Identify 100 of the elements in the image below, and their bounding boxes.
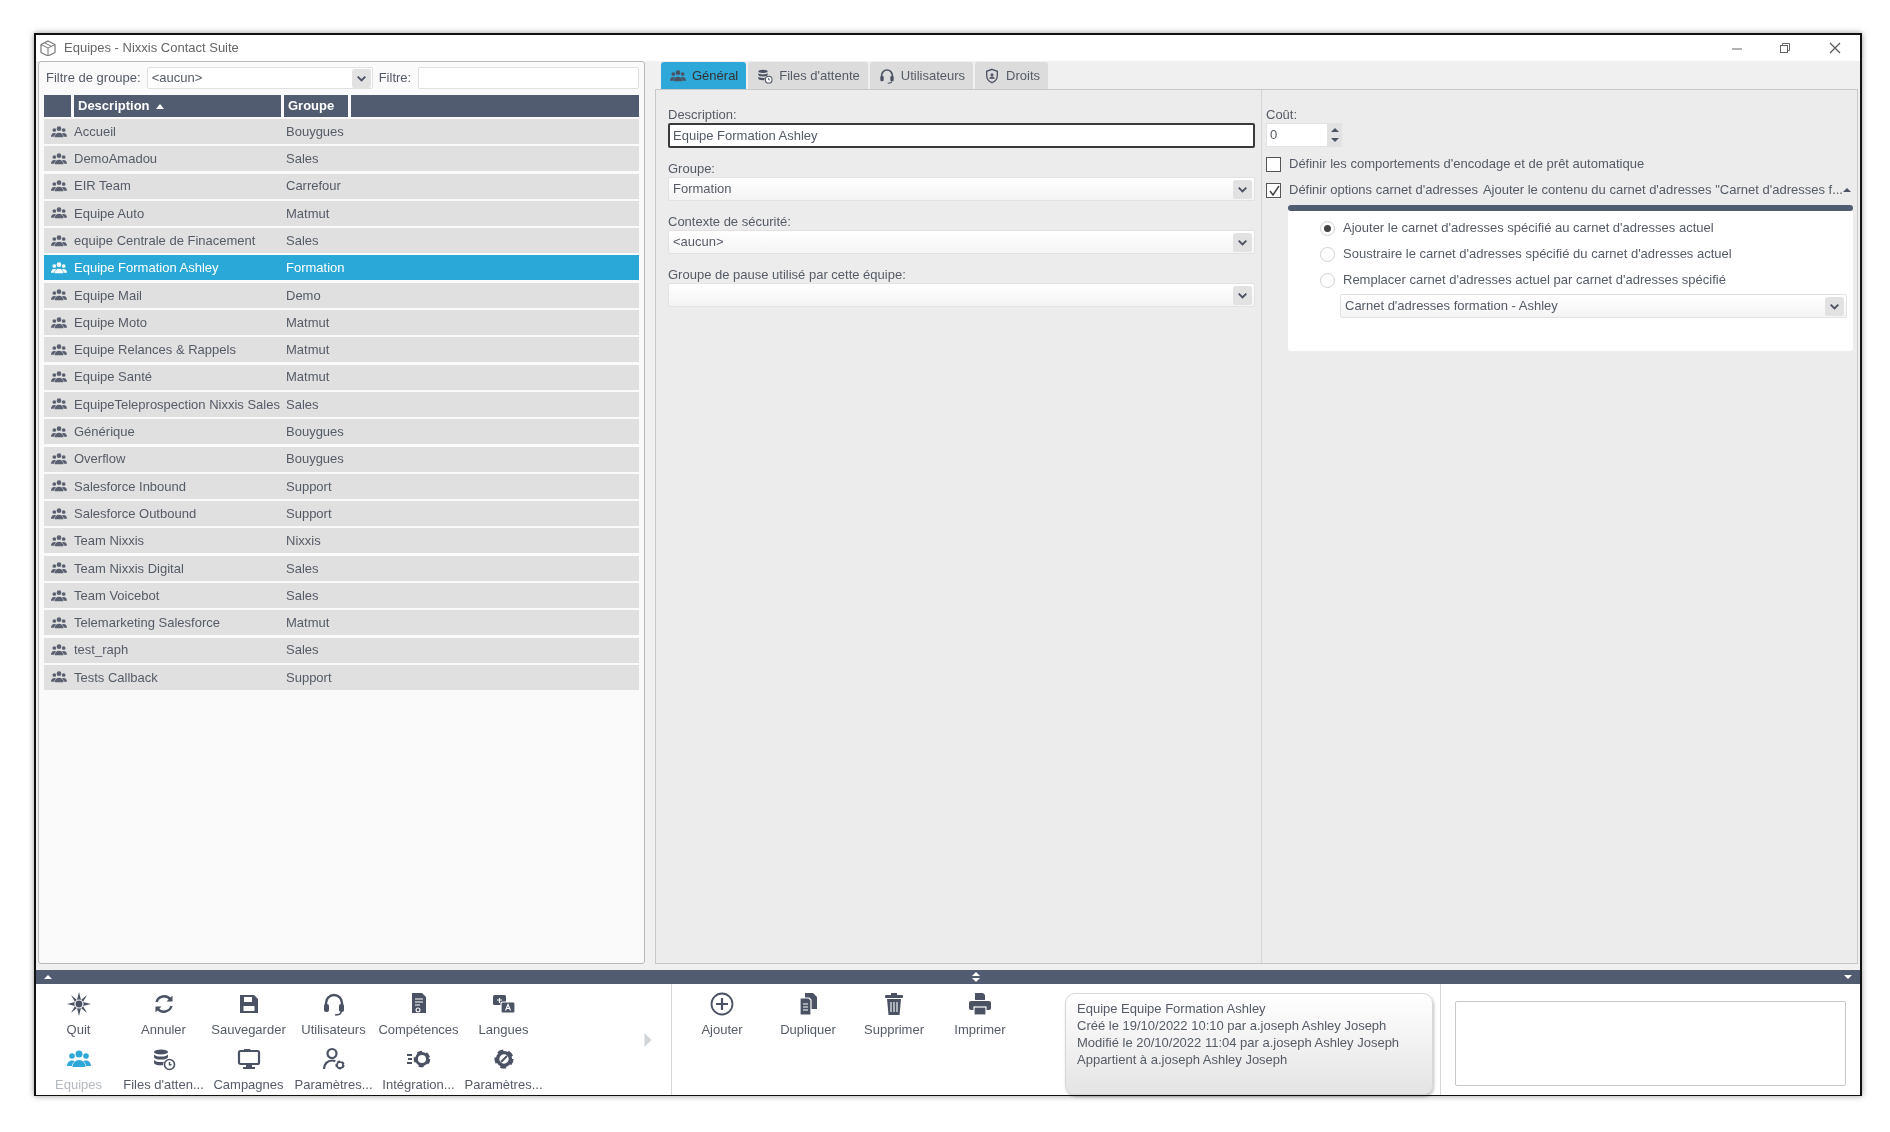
radio-button[interactable] bbox=[1320, 272, 1335, 288]
table-row[interactable]: Telemarketing Salesforce Matmut bbox=[44, 610, 639, 636]
add-icon bbox=[710, 992, 734, 1016]
table-cell-text: Matmut bbox=[286, 204, 330, 223]
toolbar-button[interactable]: Langues bbox=[461, 992, 546, 1037]
table-row[interactable]: Equipe Santé Matmut bbox=[44, 364, 639, 390]
close-icon[interactable] bbox=[1828, 41, 1842, 55]
toolbar-button[interactable]: Intégration... bbox=[376, 1047, 461, 1092]
table-row[interactable]: EquipeTeleprospection Nixxis Sales Sales bbox=[44, 391, 639, 417]
table-row[interactable]: Equipe Relances & Rappels Matmut bbox=[44, 337, 639, 363]
toolbar-button[interactable]: Paramètres... bbox=[291, 1047, 376, 1092]
description-input[interactable]: Equipe Formation Ashley bbox=[668, 123, 1255, 148]
table-cell-text: Equipe Formation Ashley bbox=[74, 259, 220, 278]
cost-input[interactable]: 0 bbox=[1266, 123, 1328, 147]
group-filter-dropdown[interactable]: <aucun> bbox=[146, 67, 373, 89]
collapse-up-icon[interactable] bbox=[44, 974, 52, 980]
table-row[interactable]: Salesforce Inbound Support bbox=[44, 473, 639, 499]
table-row[interactable]: DemoAmadou Sales bbox=[44, 146, 639, 172]
table-row[interactable]: Salesforce Outbound Support bbox=[44, 501, 639, 527]
column-header bbox=[44, 95, 71, 117]
table-row[interactable]: Team Voicebot Sales bbox=[44, 583, 639, 609]
table-row[interactable]: Accueil Bouygues bbox=[44, 119, 639, 144]
toolbar-button[interactable]: Annuler bbox=[121, 992, 206, 1037]
radio-label: Ajouter le carnet d'adresses spécifié au carnet d'adresses actuel bbox=[1343, 219, 1714, 238]
resize-handle-icon[interactable] bbox=[972, 972, 980, 982]
field-label: Coût: bbox=[1266, 107, 1299, 122]
table-cell-text: Support bbox=[286, 477, 332, 496]
column-header[interactable]: Description bbox=[74, 95, 281, 117]
tab[interactable]: Utilisateurs bbox=[869, 62, 974, 89]
table-cell-text: Equipe Moto bbox=[74, 313, 148, 332]
dropdown[interactable]: Carnet d'adresses formation - Ashley bbox=[1340, 294, 1847, 318]
checkmark-icon bbox=[1267, 184, 1280, 196]
chevron-down-icon[interactable] bbox=[1233, 232, 1252, 252]
dropdown-value: <aucun> bbox=[151, 69, 203, 88]
filter-input[interactable] bbox=[418, 67, 639, 89]
toolbar-button[interactable]: Sauvegarder bbox=[206, 992, 291, 1037]
toolbar-button[interactable]: Ajouter bbox=[679, 992, 765, 1037]
table-cell-text: EIR Team bbox=[74, 177, 132, 196]
collapse-caret-icon[interactable] bbox=[1843, 187, 1851, 193]
radio-label: Remplacer carnet d'adresses actuel par carnet d'adresses spécifié bbox=[1343, 271, 1726, 290]
table-row[interactable]: EIR Team Carrefour bbox=[44, 173, 639, 199]
toolbar-button[interactable]: Supprimer bbox=[851, 992, 937, 1037]
tab[interactable]: Droits bbox=[975, 62, 1049, 89]
column-header[interactable]: Groupe bbox=[284, 95, 348, 117]
database-clock-icon bbox=[151, 1047, 176, 1071]
toolbar-button[interactable]: Imprimer bbox=[937, 992, 1023, 1037]
table-cell-text: Equipe Santé bbox=[74, 368, 154, 387]
toolbar-button[interactable]: Compétences bbox=[376, 992, 461, 1037]
tab[interactable]: Général bbox=[661, 62, 747, 89]
collapse-down-icon[interactable] bbox=[1844, 974, 1852, 980]
table-row[interactable]: Team Nixxis Digital Sales bbox=[44, 555, 639, 581]
table-row[interactable]: Overflow Bouygues bbox=[44, 446, 639, 472]
table-cell-text: test_raph bbox=[74, 641, 130, 660]
dropdown[interactable]: <aucun> bbox=[668, 230, 1255, 254]
checkbox[interactable] bbox=[1266, 182, 1281, 198]
table-cell-text: Matmut bbox=[286, 368, 330, 387]
people-icon bbox=[49, 587, 69, 604]
table-row[interactable]: Générique Bouygues bbox=[44, 419, 639, 445]
table-row[interactable]: Equipe Moto Matmut bbox=[44, 310, 639, 336]
restore-icon[interactable] bbox=[1778, 41, 1792, 55]
dropdown-value: <aucun> bbox=[673, 233, 724, 252]
toolbar-button[interactable]: Quit bbox=[36, 992, 121, 1037]
people-icon bbox=[49, 260, 69, 276]
chevron-down-icon[interactable] bbox=[1233, 285, 1252, 305]
checkbox[interactable] bbox=[1266, 156, 1281, 172]
toolbar-button[interactable]: Campagnes bbox=[206, 1047, 291, 1092]
table-row[interactable]: Team Nixxis Nixxis bbox=[44, 528, 639, 554]
radio-button[interactable] bbox=[1320, 220, 1335, 236]
people-icon bbox=[49, 150, 69, 167]
toolbar-button[interactable]: Utilisateurs bbox=[291, 992, 376, 1037]
table-row[interactable]: test_raph Sales bbox=[44, 637, 639, 663]
chevron-down-icon[interactable] bbox=[1825, 296, 1844, 316]
dropdown[interactable]: Formation bbox=[668, 177, 1255, 201]
table-cell-text: Générique bbox=[74, 423, 136, 441]
radio-button[interactable] bbox=[1320, 246, 1335, 262]
spinner-arrows-icon[interactable] bbox=[1328, 123, 1342, 147]
table-cell-text: Salesforce Inbound bbox=[74, 477, 188, 496]
people-icon bbox=[49, 505, 69, 522]
chevron-down-icon[interactable] bbox=[1233, 179, 1252, 199]
table-cell-text: Sales bbox=[286, 395, 319, 414]
toolbar-button[interactable]: Dupliquer bbox=[765, 992, 851, 1037]
table-cell-text: Matmut bbox=[286, 341, 330, 360]
table-cell-text: Overflow bbox=[74, 450, 127, 469]
table-row[interactable]: Tests Callback Support bbox=[44, 664, 639, 690]
table-row[interactable]: Equipe Mail Demo bbox=[44, 282, 639, 308]
table-cell-text: equipe Centrale de Finacement bbox=[74, 231, 257, 250]
table-cell-text: Nixxis bbox=[286, 532, 321, 551]
people-icon bbox=[49, 614, 69, 631]
chevron-down-icon[interactable] bbox=[351, 68, 371, 88]
table-row[interactable]: Equipe Auto Matmut bbox=[44, 200, 639, 226]
toolbar-button[interactable]: Files d'atten... bbox=[121, 1047, 206, 1092]
table-cell-text: Demo bbox=[286, 286, 321, 305]
field-label: Description: bbox=[668, 107, 738, 122]
people-icon bbox=[669, 67, 687, 84]
radio-label: Soustraire le carnet d'adresses spécifié du carnet d'adresses actuel bbox=[1343, 245, 1732, 264]
toolbar-button[interactable]: Paramètres... bbox=[461, 1047, 546, 1092]
info-line: Equipe Equipe Formation Ashley bbox=[1077, 1000, 1267, 1017]
table-row[interactable]: equipe Centrale de Finacement Sales bbox=[44, 228, 639, 254]
table-cell-text: Sales bbox=[286, 559, 319, 578]
tab[interactable]: Files d'attente bbox=[748, 62, 868, 89]
